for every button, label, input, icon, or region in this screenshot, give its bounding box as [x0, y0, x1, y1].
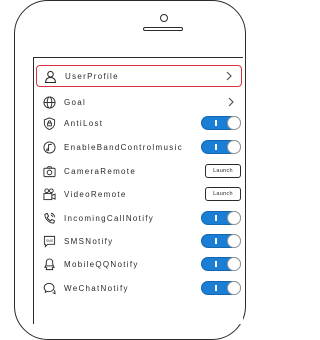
- shield-lock-icon: [42, 116, 56, 130]
- chevron-right-icon: [226, 71, 232, 81]
- menu-item-mobile-qq-notify: MobileQQNotify: [34, 253, 245, 275]
- menu-item-video-remote: VideoRemote Launch: [34, 183, 245, 205]
- globe-icon: [42, 95, 56, 109]
- menu-item-anti-lost: AntiLost: [34, 112, 245, 134]
- earpiece-speaker: [143, 27, 183, 31]
- menu-item-user-profile[interactable]: UserProfile: [36, 65, 242, 87]
- menu-item-label: IncomingCallNotify: [64, 213, 155, 223]
- chevron-right-icon: [228, 97, 234, 107]
- menu-item-label: MobileQQNotify: [64, 259, 139, 269]
- menu-item-label: EnableBandControlmusic: [64, 142, 183, 152]
- menu-item-wechat-notify: WeChatNotify: [34, 277, 245, 299]
- menu-item-sms-notify: SMS SMSNotify: [34, 230, 245, 252]
- menu-item-label: VideoRemote: [64, 189, 127, 199]
- menu-item-band-control-music: EnableBandControlmusic: [34, 136, 245, 158]
- anti-lost-toggle[interactable]: [201, 116, 241, 130]
- menu-item-label: AntiLost: [64, 118, 104, 128]
- settings-screen: UserProfile Goal AntiLost EnableBandCont…: [33, 57, 243, 324]
- video-icon: [42, 187, 56, 201]
- sms-icon: SMS: [42, 234, 56, 248]
- chat-icon: [42, 281, 56, 295]
- sms-notify-toggle[interactable]: [201, 234, 241, 248]
- menu-item-label: SMSNotify: [64, 236, 114, 246]
- qq-icon: [42, 257, 56, 271]
- camera-remote-launch-button[interactable]: Launch: [205, 164, 241, 178]
- phone-icon: [42, 211, 56, 225]
- incoming-call-notify-toggle[interactable]: [201, 211, 241, 225]
- front-camera: [160, 14, 168, 22]
- svg-text:SMS: SMS: [45, 238, 53, 242]
- menu-item-incoming-call-notify: IncomingCallNotify: [34, 207, 245, 229]
- menu-item-label: WeChatNotify: [64, 283, 129, 293]
- band-control-music-toggle[interactable]: [201, 140, 241, 154]
- menu-item-camera-remote: CameraRemote Launch: [34, 160, 245, 182]
- wechat-notify-toggle[interactable]: [201, 281, 241, 295]
- menu-item-label: CameraRemote: [64, 166, 137, 176]
- music-icon: [42, 140, 56, 154]
- mobile-qq-notify-toggle[interactable]: [201, 257, 241, 271]
- menu-item-goal[interactable]: Goal: [34, 91, 245, 113]
- menu-item-label: UserProfile: [65, 71, 119, 81]
- video-remote-launch-button[interactable]: Launch: [205, 187, 241, 201]
- camera-icon: [42, 164, 56, 178]
- menu-item-label: Goal: [64, 97, 87, 107]
- user-icon: [43, 69, 57, 83]
